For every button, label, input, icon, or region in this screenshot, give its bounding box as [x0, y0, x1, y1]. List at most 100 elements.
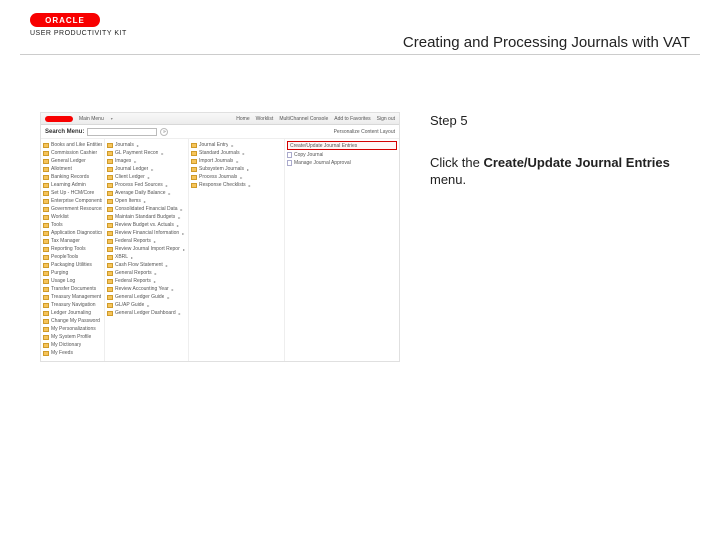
- tree-item[interactable]: Consolidated Financial Data▸: [107, 205, 186, 213]
- tree-item[interactable]: My Personalizations: [43, 325, 102, 333]
- tree-item[interactable]: Treasury Navigation: [43, 301, 102, 309]
- tree-item[interactable]: Federal Reports▸: [107, 237, 186, 245]
- tree-item[interactable]: Review Accounting Year▸: [107, 285, 186, 293]
- tree-item[interactable]: Review Budget vs. Actuals▸: [107, 221, 186, 229]
- tree-item[interactable]: Journals▸: [107, 141, 186, 149]
- tree-item[interactable]: Worklist: [43, 213, 102, 221]
- tree-item[interactable]: Set Up - HCM/Core: [43, 189, 102, 197]
- tree-item[interactable]: Review Financial Information▸: [107, 229, 186, 237]
- topbar-link[interactable]: MultiChannel Console: [279, 116, 328, 122]
- folder-icon: [107, 239, 113, 244]
- tree-item[interactable]: Manage Journal Approval: [287, 159, 397, 167]
- tree-item[interactable]: Federal Reports▸: [107, 277, 186, 285]
- folder-icon: [43, 271, 49, 276]
- search-input[interactable]: [87, 128, 157, 136]
- chevron-right-icon: ▸: [150, 167, 154, 172]
- tree-item[interactable]: General Ledger: [43, 157, 102, 165]
- app-screenshot: Main Menu ▾ Home Worklist MultiChannel C…: [40, 112, 400, 500]
- search-go-button[interactable]: »: [160, 128, 168, 136]
- tree-item-label: Set Up - HCM/Core: [51, 190, 94, 196]
- tree-item[interactable]: Government Resources: [43, 205, 102, 213]
- tree-item[interactable]: Open Items▸: [107, 197, 186, 205]
- chevron-right-icon: ▸: [246, 167, 250, 172]
- instruction-post: menu.: [430, 172, 466, 187]
- tree-item[interactable]: Subsystem Journals▸: [191, 165, 282, 173]
- tree-item[interactable]: Packaging Utilities: [43, 261, 102, 269]
- folder-icon: [107, 223, 113, 228]
- tree-item-label: Application Diagnostics: [51, 230, 102, 236]
- tree-item[interactable]: Change My Password: [43, 317, 102, 325]
- tree-item[interactable]: Tools: [43, 221, 102, 229]
- tree-item[interactable]: Average Daily Balance▸: [107, 189, 186, 197]
- tree-item-label: Journals: [115, 142, 134, 148]
- tree-item[interactable]: Maintain Standard Budgets▸: [107, 213, 186, 221]
- chevron-right-icon: ▸: [165, 263, 169, 268]
- tree-item[interactable]: Usage Log: [43, 277, 102, 285]
- folder-icon: [43, 199, 49, 204]
- topbar-link[interactable]: Sign out: [377, 116, 395, 122]
- tree-item[interactable]: Books and Like Entities: [43, 141, 102, 149]
- tree-item[interactable]: General Ledger Dashboard▸: [107, 309, 186, 317]
- chevron-right-icon: ▸: [130, 255, 134, 260]
- tree-item[interactable]: Allotment: [43, 165, 102, 173]
- folder-icon: [107, 303, 113, 308]
- tree-item[interactable]: General Reports▸: [107, 269, 186, 277]
- tree-item[interactable]: Response Checklists▸: [191, 181, 282, 189]
- tree-item[interactable]: Standard Journals▸: [191, 149, 282, 157]
- tree-item[interactable]: PeopleTools: [43, 253, 102, 261]
- tree-item[interactable]: GL/AP Guide▸: [107, 301, 186, 309]
- tree-item[interactable]: Copy Journal: [287, 151, 397, 159]
- tree-item[interactable]: GL Payment Recon▸: [107, 149, 186, 157]
- folder-icon: [43, 327, 49, 332]
- oracle-brand: ORACLE: [30, 13, 100, 27]
- tree-item[interactable]: Ledger Journaling: [43, 309, 102, 317]
- tree-item[interactable]: Banking Records: [43, 173, 102, 181]
- folder-icon: [191, 151, 197, 156]
- tree-item[interactable]: General Ledger Guide▸: [107, 293, 186, 301]
- tree-item[interactable]: Journal Ledger▸: [107, 165, 186, 173]
- folder-icon: [43, 175, 49, 180]
- instruction-column: Step 5 Click the Create/Update Journal E…: [430, 112, 690, 500]
- folder-icon: [107, 231, 113, 236]
- tree-item[interactable]: My Dictionary: [43, 341, 102, 349]
- folder-icon: [107, 287, 113, 292]
- tree-item[interactable]: Client Ledger▸: [107, 173, 186, 181]
- folder-icon: [43, 239, 49, 244]
- tree-item[interactable]: Import Journals▸: [191, 157, 282, 165]
- tree-item[interactable]: Images▸: [107, 157, 186, 165]
- tree-item[interactable]: My System Profile: [43, 333, 102, 341]
- highlighted-menu-item[interactable]: Create/Update Journal Entries: [287, 141, 397, 150]
- tree-item[interactable]: Process Fed Sources▸: [107, 181, 186, 189]
- chevron-right-icon: ▸: [239, 175, 243, 180]
- folder-icon: [191, 183, 197, 188]
- tree-item[interactable]: Reporting Tools: [43, 245, 102, 253]
- personalize-link[interactable]: Personalize Content Layout: [334, 129, 395, 135]
- tree-item-label: Enterprise Components: [51, 198, 102, 204]
- tree-item[interactable]: Application Diagnostics: [43, 229, 102, 237]
- tree-item[interactable]: Process Journals▸: [191, 173, 282, 181]
- tree-item[interactable]: My Feeds: [43, 349, 102, 357]
- tree-item[interactable]: Treasury Management: [43, 293, 102, 301]
- folder-icon: [43, 311, 49, 316]
- tree-item[interactable]: Review Journal Import Reports▸: [107, 245, 186, 253]
- tree-item[interactable]: Enterprise Components: [43, 197, 102, 205]
- chevron-right-icon: ▸: [181, 231, 185, 236]
- tree-item[interactable]: Transfer Documents: [43, 285, 102, 293]
- tree-item-label: Journal Ledger: [115, 166, 148, 172]
- tree-item[interactable]: Purging: [43, 269, 102, 277]
- tree-item[interactable]: Learning Admin: [43, 181, 102, 189]
- folder-icon: [43, 151, 49, 156]
- chevron-right-icon: ▸: [168, 191, 172, 196]
- topbar-link[interactable]: Add to Favorites: [334, 116, 370, 122]
- tree-item[interactable]: XBRL▸: [107, 253, 186, 261]
- chevron-right-icon: ▸: [160, 151, 164, 156]
- topbar-link[interactable]: Home: [236, 116, 249, 122]
- tree-item[interactable]: Tax Manager: [43, 237, 102, 245]
- folder-icon: [43, 343, 49, 348]
- tree-item-label: Banking Records: [51, 174, 89, 180]
- main-menu-tab[interactable]: Main Menu: [79, 116, 104, 122]
- tree-item[interactable]: Commission Cashier: [43, 149, 102, 157]
- tree-item[interactable]: Journal Entry▸: [191, 141, 282, 149]
- tree-item[interactable]: Cash Flow Statement▸: [107, 261, 186, 269]
- topbar-link[interactable]: Worklist: [256, 116, 274, 122]
